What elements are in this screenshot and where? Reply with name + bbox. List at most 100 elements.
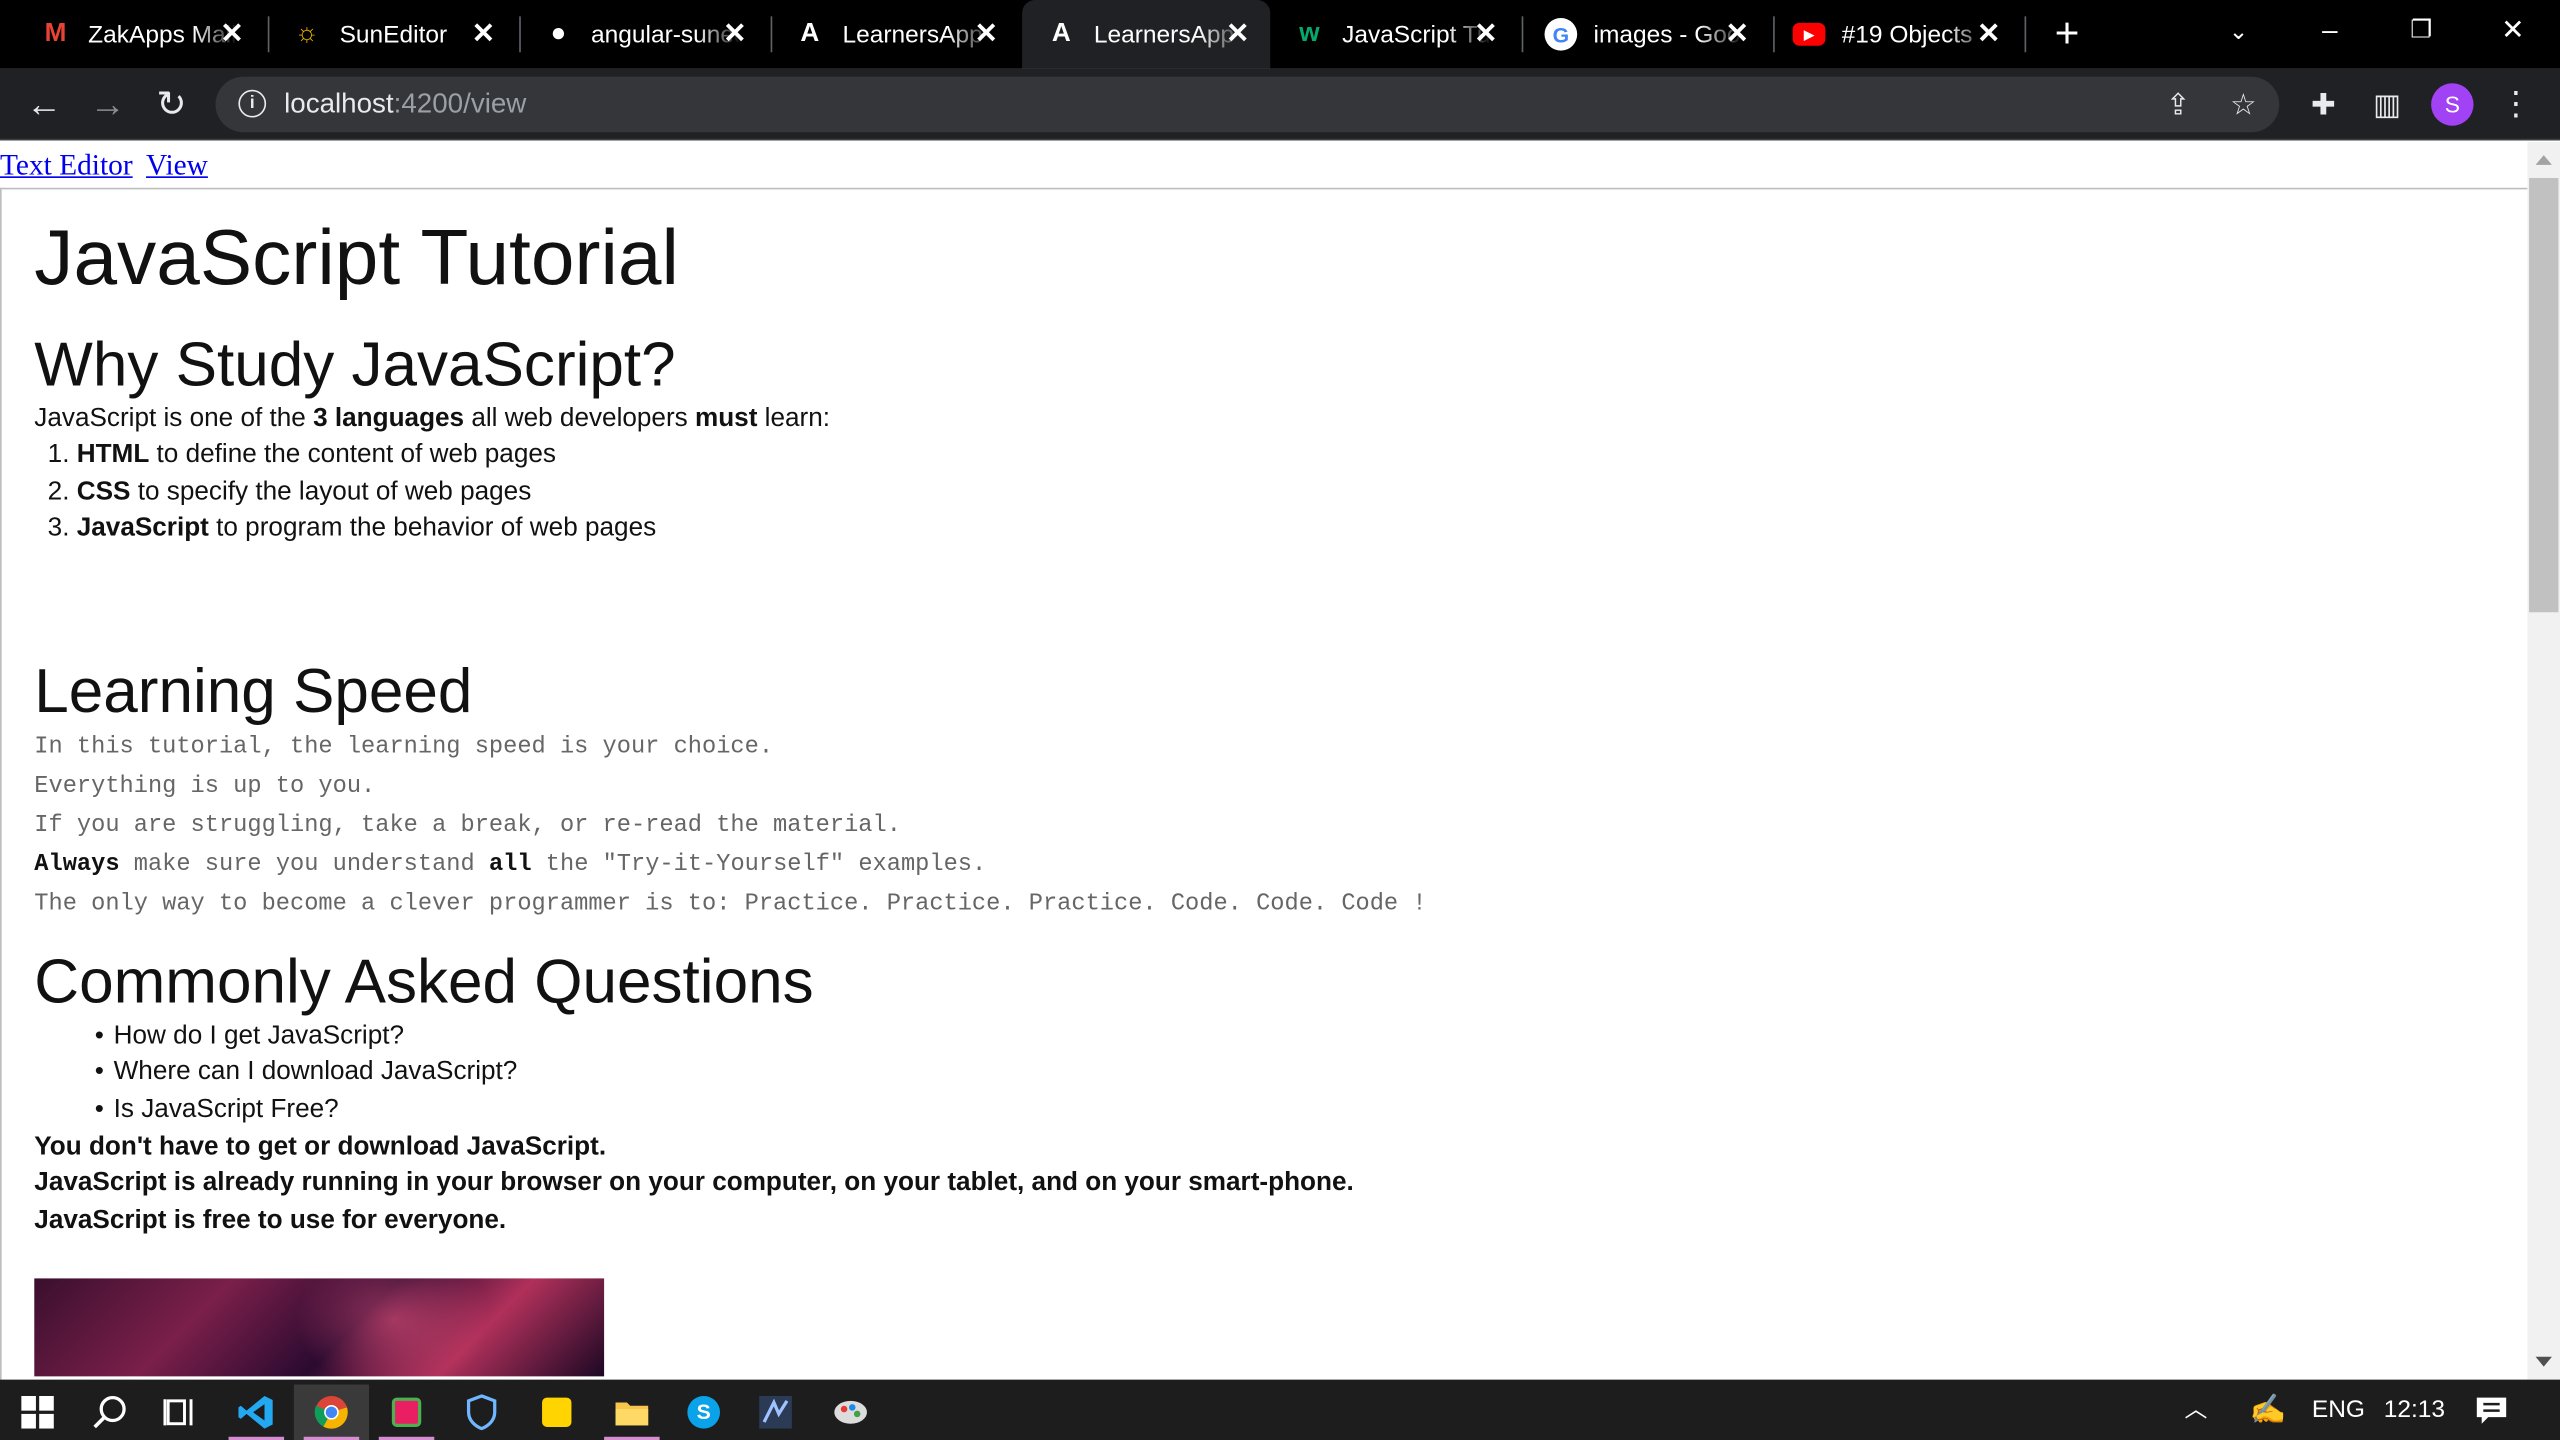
scrollbar-thumb[interactable] <box>2529 177 2559 613</box>
clock[interactable]: 12:13 <box>2384 1380 2445 1440</box>
show-hidden-icons[interactable]: ︿ <box>2185 1380 2208 1440</box>
list-item: JavaScript to program the behavior of we… <box>77 511 2484 548</box>
text-line: If you are struggling, take a break, or … <box>34 812 901 839</box>
tab-learnersapp-active[interactable]: A LearnersApp ✕ <box>1022 0 1271 69</box>
gmail-icon: M <box>44 19 67 48</box>
browser-toolbar: ← → ↻ i localhost:4200/view ⇪ ☆ ✚ ▥ S ⋮ <box>0 68 2560 141</box>
text-line: The only way to become a clever programm… <box>34 891 1427 918</box>
share-icon[interactable]: ⇪ <box>2160 87 2196 123</box>
answer-line: JavaScript is free to use for everyone. <box>34 1206 507 1234</box>
profile-avatar[interactable]: S <box>2431 83 2474 126</box>
forward-button[interactable]: → <box>83 82 132 128</box>
search-icon[interactable] <box>72 1385 147 1440</box>
skype-icon[interactable]: S <box>666 1385 741 1440</box>
language-indicator[interactable]: ENG <box>2312 1380 2365 1440</box>
text-bold: HTML <box>76 440 150 469</box>
notifications-icon[interactable] <box>2475 1380 2508 1440</box>
close-tab-icon[interactable]: ✕ <box>1221 18 1254 51</box>
view-container: JavaScript Tutorial Why Study JavaScript… <box>0 187 2528 1380</box>
new-tab-button[interactable]: + <box>2044 10 2090 56</box>
security-icon[interactable] <box>444 1385 519 1440</box>
section-heading-faq: Commonly Asked Questions <box>34 948 814 1017</box>
tab-youtube[interactable]: ▶ #19 Objects ✕ <box>1776 0 2021 69</box>
back-button[interactable]: ← <box>20 82 69 128</box>
tab-gmail[interactable]: M ZakApps Mail ✕ <box>20 0 265 69</box>
close-tab-icon[interactable]: ✕ <box>1469 18 1502 51</box>
list-item: How do I get JavaScript? <box>95 1018 2484 1055</box>
sticky-note-tile <box>542 1397 572 1427</box>
ssms-icon[interactable] <box>738 1385 813 1440</box>
text: all web developers <box>464 404 695 433</box>
text-editor-link[interactable]: Text Editor <box>0 149 133 182</box>
w3schools-icon: w <box>1299 19 1320 48</box>
tab-learnersapp-1[interactable]: A LearnersApp ✕ <box>774 0 1019 69</box>
app-icon[interactable] <box>369 1385 444 1440</box>
section-heading-why: Why Study JavaScript? <box>34 331 676 401</box>
text-bold: Always <box>34 851 120 879</box>
questions-list: How do I get JavaScript? Where can I dow… <box>95 1018 2484 1129</box>
tab-google-images[interactable]: G images - Google ✕ <box>1525 0 1770 69</box>
side-panel-icon[interactable]: ▥ <box>2363 82 2412 128</box>
speed-text: In this tutorial, the learning speed is … <box>34 728 2483 924</box>
tab-title: #19 Objects <box>1841 20 1973 49</box>
tab-search-button[interactable]: ⌄ <box>2193 0 2284 69</box>
text: to define the content of web pages <box>149 440 556 469</box>
close-tab-icon[interactable]: ✕ <box>216 18 249 51</box>
text-bold: JavaScript <box>76 514 209 543</box>
view-link[interactable]: View <box>146 149 208 182</box>
page-viewport: Text Editor View JavaScript Tutorial Why… <box>0 142 2528 1380</box>
scroll-up-arrow-icon[interactable] <box>2535 155 2552 165</box>
tab-divider <box>1773 16 1775 53</box>
page-title: JavaScript Tutorial <box>34 215 679 303</box>
text-line: Everything is up to you. <box>34 773 376 800</box>
close-tab-icon[interactable]: ✕ <box>718 18 751 51</box>
close-tab-icon[interactable]: ✕ <box>1721 18 1754 51</box>
angular-icon: A <box>800 19 820 48</box>
github-icon: ● <box>550 19 567 48</box>
list-item: Is JavaScript Free? <box>95 1092 2484 1129</box>
scroll-down-arrow-icon[interactable] <box>2535 1356 2552 1367</box>
google-icon: G <box>1544 17 1578 51</box>
close-window-button[interactable]: ✕ <box>2467 0 2558 69</box>
why-intro: JavaScript is one of the 3 languages all… <box>34 402 2483 438</box>
close-tab-icon[interactable]: ✕ <box>467 18 500 51</box>
pen-workspace-icon[interactable]: ✍ <box>2250 1380 2287 1440</box>
chrome-icon[interactable] <box>293 1384 369 1440</box>
answer-line: JavaScript is already running in your br… <box>34 1169 1354 1198</box>
menu-icon[interactable]: ⋮ <box>2492 82 2541 128</box>
file-explorer-icon[interactable] <box>594 1385 669 1440</box>
text: JavaScript is one of the <box>34 404 314 433</box>
close-tab-icon[interactable]: ✕ <box>970 18 1003 51</box>
text-bold: must <box>694 404 758 433</box>
address-bar[interactable]: i localhost:4200/view ⇪ ☆ <box>215 76 2280 133</box>
article: JavaScript Tutorial Why Study JavaScript… <box>34 209 2483 1377</box>
extensions-icon[interactable]: ✚ <box>2299 82 2348 128</box>
reload-button[interactable]: ↻ <box>147 82 196 128</box>
url-text[interactable]: localhost:4200/view <box>284 88 526 121</box>
windows-start-icon[interactable] <box>0 1385 75 1440</box>
suneditor-icon: ☼ <box>294 19 319 48</box>
text: the "Try-it-Yourself" examples. <box>531 851 987 879</box>
text: make sure you understand <box>119 851 489 879</box>
site-info-icon[interactable]: i <box>238 89 267 118</box>
tab-suneditor[interactable]: ☼ SunEditor ✕ <box>271 0 516 69</box>
tab-angular-suneditor[interactable]: ● angular-suneditor ✕ <box>522 0 767 69</box>
restore-button[interactable]: ❐ <box>2376 0 2467 69</box>
tab-w3schools[interactable]: w JavaScript Tutorial ✕ <box>1274 0 1519 69</box>
page-scrollbar[interactable] <box>2527 142 2560 1380</box>
answer-line: You don't have to get or download JavaSc… <box>34 1132 607 1161</box>
youtube-icon: ▶ <box>1792 22 1826 46</box>
section-heading-speed: Learning Speed <box>34 657 473 727</box>
list-item: Where can I download JavaScript? <box>95 1055 2484 1092</box>
bookmark-star-icon[interactable]: ☆ <box>2225 87 2261 123</box>
skype-badge: S <box>687 1395 721 1429</box>
tab-divider <box>1521 16 1524 53</box>
sticky-notes-icon[interactable] <box>519 1385 594 1440</box>
minimize-button[interactable]: – <box>2284 0 2375 69</box>
task-view-icon[interactable] <box>144 1385 219 1440</box>
vscode-icon[interactable] <box>219 1385 294 1440</box>
article-image <box>34 1278 605 1377</box>
text-bold: 3 languages <box>313 404 465 433</box>
paint-icon[interactable] <box>813 1385 888 1440</box>
close-tab-icon[interactable]: ✕ <box>1972 18 2005 51</box>
